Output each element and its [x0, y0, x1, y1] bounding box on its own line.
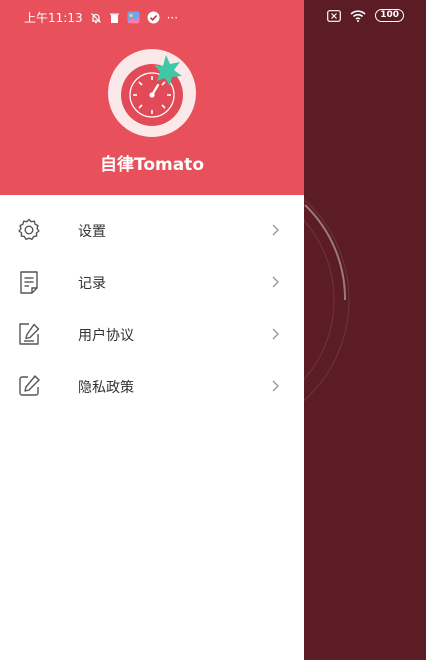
more-dots-icon: ···	[166, 10, 179, 25]
chevron-right-icon	[270, 222, 282, 236]
chevron-right-icon	[270, 274, 282, 288]
menu-item-label: 设置	[78, 224, 106, 240]
check-circle-icon	[147, 11, 160, 24]
menu-item-records[interactable]: 记录	[0, 256, 304, 308]
document-icon	[16, 269, 42, 295]
battery-icon: 100	[375, 9, 404, 22]
menu-item-user-agreement[interactable]: 用户协议	[0, 308, 304, 360]
menu-item-settings[interactable]: 设置	[0, 204, 304, 256]
wifi-icon	[350, 9, 366, 22]
trash-icon	[109, 12, 120, 24]
gallery-icon	[127, 11, 140, 24]
pencil-square-icon	[16, 373, 42, 399]
menu-item-label: 用户协议	[78, 328, 134, 344]
sim-x-icon	[327, 9, 342, 22]
status-time: 上午11:13	[24, 11, 83, 25]
app-title: 自律Tomato	[99, 155, 204, 175]
navigation-drawer: 自律Tomato 设置 记录 用户协议 隐私政策	[0, 0, 304, 660]
tomato-logo-icon	[108, 49, 196, 137]
bell-off-icon	[90, 12, 102, 24]
chevron-right-icon	[270, 326, 282, 340]
menu-item-label: 隐私政策	[78, 380, 134, 396]
edit-note-icon	[16, 321, 42, 347]
status-bar: 上午11:13 ··· 100	[0, 0, 426, 32]
drawer-menu: 设置 记录 用户协议 隐私政策	[0, 204, 304, 412]
menu-item-privacy-policy[interactable]: 隐私政策	[0, 360, 304, 412]
gear-icon	[16, 217, 42, 243]
chevron-right-icon	[270, 378, 282, 392]
menu-item-label: 记录	[78, 276, 106, 292]
